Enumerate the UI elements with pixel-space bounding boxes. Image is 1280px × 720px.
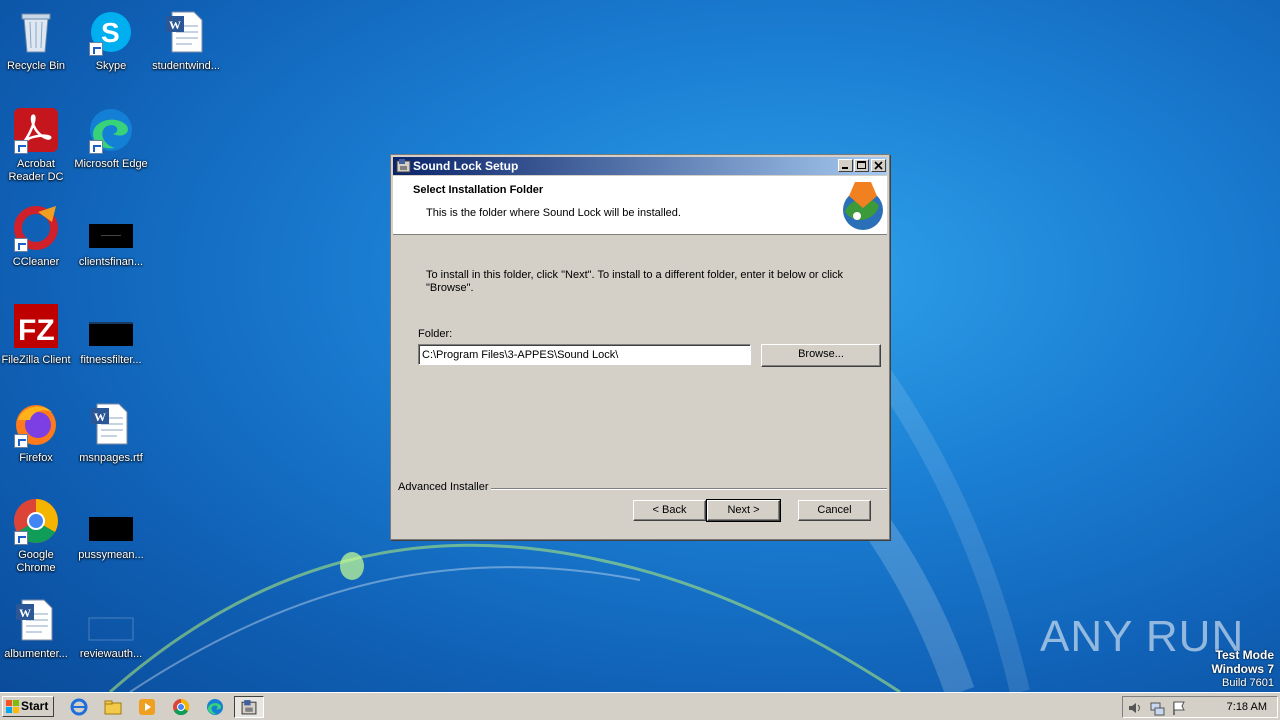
installer-taskbar-icon (241, 700, 257, 715)
ie-icon[interactable] (70, 698, 88, 716)
installer-logo-icon (835, 176, 887, 234)
cancel-button[interactable]: Cancel (798, 500, 871, 521)
footer-separator (491, 488, 887, 490)
desktop-icon-label: msnpages.rtf (79, 452, 143, 464)
desktop-icon-label: studentwind... (152, 60, 220, 72)
setup-dialog: Sound Lock Setup Select Installation Fol… (390, 154, 890, 540)
desktop-icon-pussymean[interactable]: pussymean... (73, 497, 149, 562)
folder-path-input[interactable] (418, 344, 751, 365)
blank-file-icon (87, 596, 135, 644)
desktop-icon-chrome[interactable]: Google Chrome (0, 497, 74, 575)
network-icon[interactable] (1149, 700, 1165, 716)
next-button[interactable]: Next > (706, 499, 781, 522)
taskbar-clock[interactable]: 7:18 AM (1227, 701, 1267, 713)
firefox-icon (12, 400, 60, 448)
start-label: Start (21, 699, 49, 713)
desktop-icon-label: FileZilla Client (1, 354, 71, 366)
svg-text:W: W (19, 606, 31, 620)
explorer-icon[interactable] (104, 698, 122, 716)
close-icon (874, 161, 883, 170)
desktop-icon-skype[interactable]: S Skype (73, 8, 149, 73)
desktop-icon-reviewauth[interactable]: reviewauth... (73, 596, 149, 661)
windows-flag-icon (6, 700, 19, 713)
header-title: Select Installation Folder (413, 184, 544, 196)
edge-taskbar-icon[interactable] (206, 698, 224, 716)
shortcut-arrow-icon (14, 238, 28, 252)
browse-button[interactable]: Browse... (761, 344, 881, 367)
desktop-icon-msnpages[interactable]: W msnpages.rtf (73, 400, 149, 465)
dialog-title: Sound Lock Setup (413, 159, 519, 173)
desktop-icon-label: Acrobat Reader DC (8, 158, 64, 183)
folder-label: Folder: (418, 328, 453, 340)
desktop-icon-label: reviewauth... (79, 648, 143, 660)
maximize-button[interactable] (854, 159, 869, 172)
dialog-header: Select Installation Folder This is the f… (393, 176, 887, 235)
desktop-icon-filezilla[interactable]: FZ FileZilla Client (0, 302, 74, 367)
shortcut-arrow-icon (14, 434, 28, 448)
desktop-icon-label: clientsfinan... (78, 256, 144, 268)
desktop-icon-firefox[interactable]: Firefox (0, 400, 74, 465)
dialog-titlebar[interactable]: Sound Lock Setup (393, 157, 887, 175)
volume-icon[interactable] (1127, 700, 1143, 716)
desktop-icon-fitnessfilter[interactable]: fitnessfilter... (73, 302, 149, 367)
start-button[interactable]: Start (2, 696, 54, 717)
close-button[interactable] (871, 159, 886, 172)
svg-text:FZ: FZ (18, 314, 55, 347)
desktop-icon-label: Firefox (19, 452, 53, 464)
minimize-button[interactable] (838, 159, 853, 172)
word-doc-icon: W (162, 8, 210, 56)
word-doc-icon: W (12, 596, 60, 644)
taskbar: Start 7:18 AM (0, 692, 1280, 720)
desktop-icon-recycle-bin[interactable]: Recycle Bin (0, 8, 74, 73)
word-doc-icon: W (87, 400, 135, 448)
setup-taskbar-button[interactable] (234, 696, 264, 718)
media-player-icon[interactable] (138, 698, 156, 716)
black-file-icon (87, 302, 135, 350)
desktop-icon-label: CCleaner (12, 256, 60, 268)
ccleaner-icon (12, 204, 60, 252)
desktop-icon-label: albumenter... (4, 648, 68, 660)
black-file-icon (87, 204, 135, 252)
svg-text:W: W (94, 410, 106, 424)
advanced-installer-label: Advanced Installer (398, 481, 489, 493)
desktop-icon-edge[interactable]: Microsoft Edge (73, 106, 149, 171)
black-file-icon (87, 497, 135, 545)
header-subtitle: This is the folder where Sound Lock will… (426, 207, 681, 219)
desktop-icon-label: Recycle Bin (6, 60, 66, 72)
acrobat-icon (12, 106, 60, 154)
shortcut-arrow-icon (14, 140, 28, 154)
recycle-bin-icon (12, 8, 60, 56)
action-center-flag-icon[interactable] (1171, 700, 1187, 716)
filezilla-icon: FZ (12, 302, 60, 350)
chrome-icon (12, 497, 60, 545)
maximize-icon (857, 161, 866, 169)
shortcut-arrow-icon (89, 140, 103, 154)
desktop-icon-label: Google Chrome (16, 549, 56, 574)
desktop-icon-label: fitnessfilter... (80, 354, 142, 366)
desktop-icon-ccleaner[interactable]: CCleaner (0, 204, 74, 269)
desktop-icon-albumenter[interactable]: W albumenter... (0, 596, 74, 661)
test-mode-line: Test Mode (1215, 648, 1274, 662)
desktop-icon-acrobat[interactable]: Acrobat Reader DC (0, 106, 74, 184)
shortcut-arrow-icon (14, 531, 28, 545)
desktop-icon-clientsfinan[interactable]: clientsfinan... (73, 204, 149, 269)
build-line: Build 7601 (1222, 677, 1274, 689)
svg-text:S: S (101, 17, 120, 48)
desktop-icon-label: Microsoft Edge (74, 158, 148, 170)
windows-version-line: Windows 7 (1211, 662, 1274, 676)
test-mode-text: Test Mode Windows 7 Build 7601 (1211, 648, 1274, 690)
instructions-text: To install in this folder, click "Next".… (426, 269, 844, 294)
system-tray: 7:18 AM (1122, 696, 1278, 718)
svg-text:W: W (169, 18, 181, 32)
back-button[interactable]: < Back (633, 500, 706, 521)
skype-icon: S (87, 8, 135, 56)
edge-icon (87, 106, 135, 154)
desktop-icon-label: Skype (95, 60, 127, 72)
desktop-icon-studentwind[interactable]: W studentwind... (148, 8, 224, 73)
desktop-icon-label: pussymean... (78, 549, 144, 561)
installer-app-icon (396, 159, 411, 173)
minimize-icon (842, 167, 848, 169)
chrome-taskbar-icon[interactable] (172, 698, 190, 716)
shortcut-arrow-icon (89, 42, 103, 56)
